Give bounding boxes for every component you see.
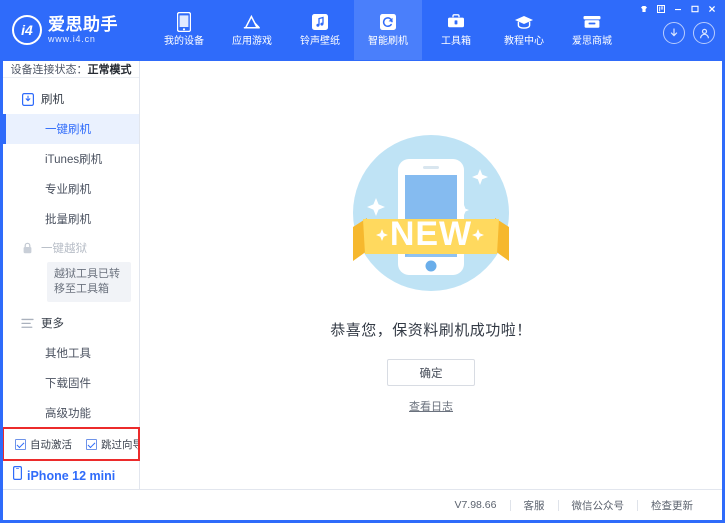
skin-icon[interactable] <box>637 3 651 15</box>
sidebar-item-advanced[interactable]: 高级功能 <box>3 398 139 428</box>
brand-logo: i4 爱思助手 www.i4.cn <box>0 0 140 60</box>
header-action-icons <box>663 22 715 44</box>
toolbox-icon <box>446 12 466 32</box>
logo-mark-text: i4 <box>21 22 33 38</box>
brand-subtitle: www.i4.cn <box>48 34 118 45</box>
lock-icon <box>21 242 34 255</box>
sidebar-item-label: 一键刷机 <box>45 124 91 136</box>
new-phone-badge-illustration: NEW <box>341 123 521 303</box>
auto-activate-checkbox[interactable]: 自动激活 <box>15 437 72 452</box>
sidebar: 设备连接状态：正常模式 刷机 一键刷机 iTunes刷机 专业刷机 <box>3 61 140 489</box>
nav-label: 智能刷机 <box>368 36 408 48</box>
nav-item-smart-flash[interactable]: 智能刷机 <box>354 0 422 60</box>
nav-item-apps-games[interactable]: 应用游戏 <box>218 0 286 60</box>
window-controls <box>637 3 719 15</box>
sidebar-group-flash: 刷机 <box>3 84 139 114</box>
nav-item-toolbox[interactable]: 工具箱 <box>422 0 490 60</box>
graduation-icon <box>514 12 534 32</box>
sidebar-scroll: 刷机 一键刷机 iTunes刷机 专业刷机 批量刷机 <box>3 78 139 428</box>
sidebar-item-label: 高级功能 <box>45 408 91 420</box>
sidebar-item-other-tools[interactable]: 其他工具 <box>3 338 139 368</box>
sidebar-group-label: 刷机 <box>41 91 64 107</box>
user-icon[interactable] <box>693 22 715 44</box>
status-bar: V7.98.66 客服 微信公众号 检查更新 <box>3 489 722 520</box>
content-area: 设备连接状态：正常模式 刷机 一键刷机 iTunes刷机 专业刷机 <box>3 60 722 489</box>
main-nav: 我的设备 应用游戏 铃声壁纸 智能刷机 <box>150 0 626 60</box>
close-icon[interactable] <box>705 3 719 15</box>
nav-label: 我的设备 <box>164 36 204 48</box>
jailbreak-tooltip: 越狱工具已转移至工具箱 <box>47 262 131 302</box>
sidebar-options-row: 自动激活 跳过向导 <box>3 428 139 460</box>
brand-title: 爱思助手 <box>48 15 118 34</box>
sidebar-item-one-click-flash[interactable]: 一键刷机 <box>3 114 139 144</box>
sidebar-item-label: 其他工具 <box>45 348 91 360</box>
nav-label: 工具箱 <box>441 36 471 48</box>
sidebar-item-label: 批量刷机 <box>45 214 91 226</box>
app-window: i4 爱思助手 www.i4.cn 我的设备 应用游戏 <box>0 0 725 523</box>
nav-item-tutorials[interactable]: 教程中心 <box>490 0 558 60</box>
maximize-icon[interactable] <box>688 3 702 15</box>
title-bar: i4 爱思助手 www.i4.cn 我的设备 应用游戏 <box>0 0 725 60</box>
sidebar-item-download-firmware[interactable]: 下载固件 <box>3 368 139 398</box>
checkbox-box <box>15 439 26 450</box>
svg-text:NEW: NEW <box>390 215 472 253</box>
sidebar-item-label: 专业刷机 <box>45 184 91 196</box>
device-name: iPhone 12 mini <box>27 469 115 483</box>
nav-item-ringtones-wallpaper[interactable]: 铃声壁纸 <box>286 0 354 60</box>
phone-small-icon <box>13 466 22 485</box>
status-bar-right: V7.98.66 客服 微信公众号 检查更新 <box>441 498 722 513</box>
customer-service-link[interactable]: 客服 <box>511 498 558 513</box>
check-update-link[interactable]: 检查更新 <box>638 498 706 513</box>
checkbox-label: 自动激活 <box>30 437 72 452</box>
nav-item-store[interactable]: 爱思商城 <box>558 0 626 60</box>
view-log-link[interactable]: 查看日志 <box>409 398 453 414</box>
checkbox-box <box>86 439 97 450</box>
download-icon[interactable] <box>663 22 685 44</box>
connected-device-panel[interactable]: iPhone 12 mini 64GB Down-12mini-13,1 <box>3 460 139 489</box>
music-icon <box>311 12 329 32</box>
checkbox-label: 跳过向导 <box>101 437 143 452</box>
flash-device-icon <box>21 93 34 106</box>
main-panel: NEW 恭喜您，保资料刷机成功啦！ 确定 查看日志 <box>140 61 722 489</box>
sidebar-item-jailbreak: 一键越狱 <box>3 234 139 260</box>
sidebar-item-label: 下载固件 <box>45 378 91 390</box>
sidebar-group-label: 更多 <box>41 315 64 331</box>
nav-label: 爱思商城 <box>572 36 612 48</box>
connection-status-value: 正常模式 <box>88 61 132 77</box>
phone-icon <box>177 12 191 32</box>
nav-label: 应用游戏 <box>232 36 272 48</box>
i4-logo-icon: i4 <box>12 15 42 45</box>
sidebar-item-itunes-flash[interactable]: iTunes刷机 <box>3 144 139 174</box>
menu-icon[interactable] <box>654 3 668 15</box>
nav-label: 铃声壁纸 <box>300 36 340 48</box>
list-icon <box>21 317 34 330</box>
connection-status-label: 设备连接状态： <box>11 61 88 77</box>
success-message: 恭喜您，保资料刷机成功啦！ <box>330 319 532 340</box>
nav-item-my-device[interactable]: 我的设备 <box>150 0 218 60</box>
confirm-button[interactable]: 确定 <box>387 359 475 386</box>
skip-wizard-checkbox[interactable]: 跳过向导 <box>86 437 143 452</box>
wechat-link[interactable]: 微信公众号 <box>559 498 638 513</box>
sidebar-item-batch-flash[interactable]: 批量刷机 <box>3 204 139 234</box>
shop-icon <box>582 12 602 32</box>
refresh-icon <box>379 12 397 32</box>
sidebar-group-more: 更多 <box>3 308 139 338</box>
sidebar-item-label: 一键越狱 <box>41 240 87 256</box>
sidebar-item-pro-flash[interactable]: 专业刷机 <box>3 174 139 204</box>
nav-label: 教程中心 <box>504 36 544 48</box>
version-label: V7.98.66 <box>441 499 509 511</box>
appstore-icon <box>242 12 262 32</box>
minimize-icon[interactable] <box>671 3 685 15</box>
sidebar-item-label: iTunes刷机 <box>45 154 102 166</box>
connection-status: 设备连接状态：正常模式 <box>3 61 139 78</box>
